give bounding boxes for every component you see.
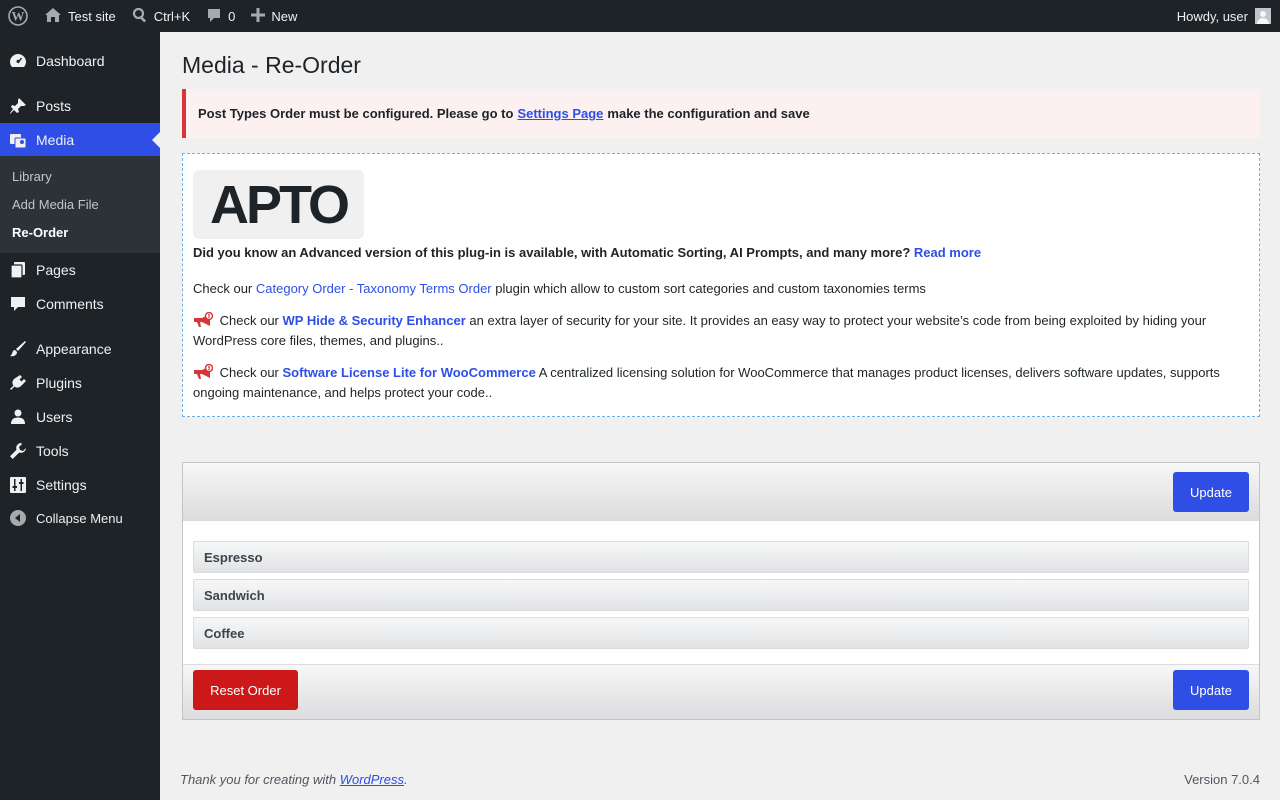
promo-box: APTO Did you know an Advanced version of… [182,153,1260,417]
submenu-item-re-order[interactable]: Re-Order [0,219,160,247]
search-shortcut-button[interactable]: Ctrl+K [124,0,198,32]
sidebar-item-comments[interactable]: Comments [0,287,160,321]
sortable-item[interactable]: Coffee [193,617,1249,649]
greeting-text: Howdy, user [1176,8,1248,24]
wordpress-logo-icon[interactable]: W [0,0,36,32]
configuration-notice: Post Types Order must be configured. Ple… [182,89,1260,138]
comments-count: 0 [228,8,236,24]
read-more-link[interactable]: Read more [914,245,981,260]
promo-text: plugin which allow to custom sort catego… [495,281,926,296]
svg-text:W: W [12,9,25,24]
sidebar-item-pages[interactable]: Pages [0,253,160,287]
sidebar-item-label: Plugins [36,375,82,391]
apto-logo: APTO [193,170,364,239]
sidebar-item-label: Settings [36,477,87,493]
comment-bubble-icon [206,7,222,26]
promo-text: Check our [219,313,279,328]
pages-icon [0,253,36,287]
sidebar-item-label: Appearance [36,341,112,357]
brush-icon [0,332,36,366]
search-icon [132,7,148,26]
footer-period: . [404,772,408,787]
home-icon [44,7,62,26]
update-button-bottom[interactable]: Update [1173,670,1249,710]
apto-logo-text: APTO [209,174,350,235]
main-content: Media - Re-Order Post Types Order must b… [160,32,1280,800]
notice-text-after: make the configuration and save [607,106,810,121]
reset-order-button[interactable]: Reset Order [193,670,298,710]
submenu-item-library[interactable]: Library [0,163,160,191]
sidebar-item-plugins[interactable]: Plugins [0,366,160,400]
sortable-list: Espresso Sandwich Coffee [193,541,1249,655]
sliders-icon [0,468,36,502]
submenu-item-add-media-file[interactable]: Add Media File [0,191,160,219]
footer-thanks: Thank you for creating with WordPress. [180,772,408,787]
sidebar-item-appearance[interactable]: Appearance [0,332,160,366]
search-shortcut-label: Ctrl+K [153,8,191,24]
advanced-version-promo: Did you know an Advanced version of this… [193,243,1249,263]
footer-version: Version 7.0.4 [1184,772,1260,787]
settings-page-link[interactable]: Settings Page [517,106,603,121]
wordpress-link[interactable]: WordPress [340,772,404,787]
sidebar-item-posts[interactable]: Posts [0,89,160,123]
sidebar-item-label: Pages [36,262,76,278]
sortable-item[interactable]: Sandwich [193,579,1249,611]
update-button-top[interactable]: Update [1173,472,1249,512]
collapse-arrow-icon [0,509,36,527]
wrench-icon [0,434,36,468]
sidebar-item-label: Comments [36,296,104,312]
my-account-menu[interactable]: Howdy, user [1177,0,1280,32]
user-icon [0,400,36,434]
avatar [1255,8,1271,24]
admin-bar: W Test site Ctrl+K 0 New Howdy, user [0,0,1280,32]
new-label: New [271,8,298,24]
comments-link[interactable]: 0 [198,0,243,32]
reorder-panel: Update Espresso Sandwich Coffee Reset Or… [182,462,1260,720]
pin-icon [0,89,36,123]
plugin-icon [0,366,36,400]
new-content-button[interactable]: New [243,0,305,32]
advanced-version-text: Did you know an Advanced version of this… [193,245,911,260]
collapse-menu-button[interactable]: Collapse Menu [0,503,160,533]
category-order-link[interactable]: Category Order - Taxonomy Terms Order [256,281,492,296]
site-name-link[interactable]: Test site [36,0,124,32]
sidebar-item-dashboard[interactable]: Dashboard [0,44,160,78]
collapse-menu-label: Collapse Menu [36,510,123,526]
footer-thanks-text: Thank you for creating with [180,772,337,787]
megaphone-icon [193,311,214,328]
sidebar-item-label: Users [36,409,73,425]
sidebar-item-settings[interactable]: Settings [0,468,160,502]
wp-hide-link[interactable]: WP Hide & Security Enhancer [283,313,466,328]
dashboard-icon [0,44,36,78]
sortable-item[interactable]: Espresso [193,541,1249,573]
software-license-link[interactable]: Software License Lite for WooCommerce [283,365,536,380]
wp-hide-promo: Check our WP Hide & Security Enhancer an… [193,311,1249,351]
plus-icon [251,7,266,25]
category-order-promo: Check our Category Order - Taxonomy Term… [193,279,1249,299]
sidebar-item-label: Media [36,132,75,148]
sidebar-item-media[interactable]: Media [0,123,160,157]
comment-icon [0,287,36,321]
notice-text-before: Post Types Order must be configured. Ple… [198,106,514,121]
reorder-header: Update [183,463,1259,521]
promo-text: Check our [219,365,279,380]
page-title: Media - Re-Order [182,52,361,78]
media-submenu: Library Add Media File Re-Order [0,156,160,253]
sidebar-item-label: Dashboard [36,53,105,69]
sidebar-item-label: Posts [36,98,72,114]
sidebar-item-users[interactable]: Users [0,400,160,434]
media-icon [0,123,36,157]
sidebar-item-tools[interactable]: Tools [0,434,160,468]
admin-sidebar: Dashboard Posts Media Library Add Media … [0,32,160,800]
software-license-promo: Check our Software License Lite for WooC… [193,363,1249,403]
reorder-footer: Reset Order Update [183,664,1259,719]
promo-text: Check our [193,281,253,296]
megaphone-icon [193,363,214,380]
sidebar-item-label: Tools [36,443,69,459]
site-name-label: Test site [68,8,116,24]
